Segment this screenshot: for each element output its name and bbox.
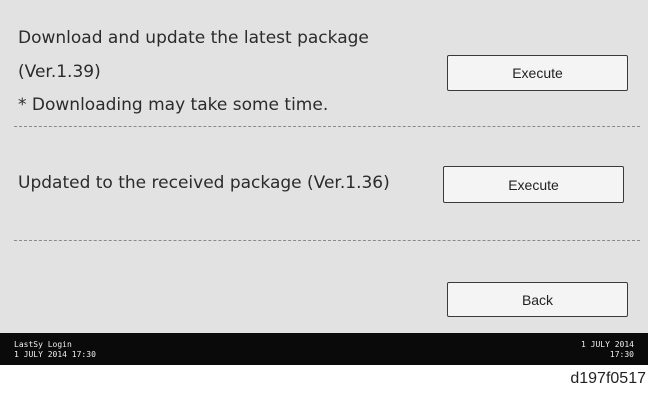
current-datetime: 1 JULY 2014 17:30: [581, 340, 634, 360]
current-time: 17:30: [609, 350, 634, 359]
download-update-label: Download and update the latest package: [18, 28, 369, 48]
back-button[interactable]: Back: [447, 282, 628, 317]
current-date: 1 JULY 2014: [581, 340, 634, 349]
section-divider: [14, 240, 640, 241]
latest-version-label: (Ver.1.39): [18, 62, 101, 82]
update-panel: Download and update the latest package (…: [0, 0, 648, 333]
status-bar: LastSy Login 1 JULY 2014 17:30 1 JULY 20…: [0, 333, 648, 365]
figure-id: d197f0517: [570, 370, 646, 387]
last-login-info: LastSy Login 1 JULY 2014 17:30: [14, 340, 96, 360]
section-divider: [14, 126, 640, 127]
last-login-time: 1 JULY 2014 17:30: [14, 350, 96, 359]
received-package-label: Updated to the received package (Ver.1.3…: [18, 173, 390, 193]
last-login-label: LastSy Login: [14, 340, 72, 349]
execute-received-button[interactable]: Execute: [443, 166, 624, 203]
download-note-label: * Downloading may take some time.: [18, 95, 329, 115]
execute-download-button[interactable]: Execute: [447, 55, 628, 91]
